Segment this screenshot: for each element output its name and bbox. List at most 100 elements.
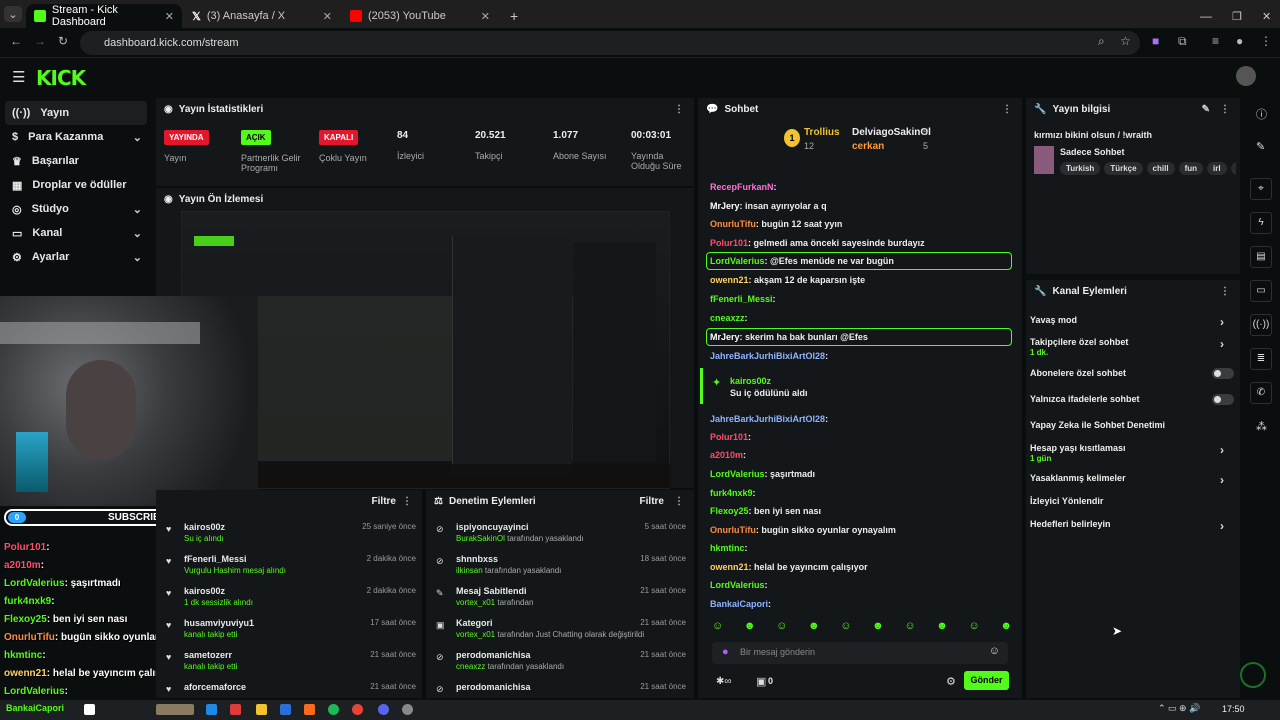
chat-message[interactable]: MrJery: insan ayırıyolar a q bbox=[710, 201, 827, 211]
emote-bar[interactable]: ☺ ☻ ☺ ☻ ☺ ☻ ☺ ☻ ☺ ☻ bbox=[712, 620, 1012, 638]
channel-action-item[interactable]: Yalnızca ifadelerle sohbet bbox=[1030, 394, 1140, 404]
chat-message[interactable]: LordValerius: bbox=[710, 580, 768, 590]
tab-x[interactable]: 𝕏 (3) Anasayfa / X ✕ bbox=[184, 4, 340, 28]
minimize-button[interactable]: — bbox=[1192, 4, 1220, 28]
channel-action-item[interactable]: Hesap yaşı kısıtlaması 1 gün › bbox=[1030, 443, 1224, 463]
app-icon[interactable] bbox=[304, 704, 315, 715]
more-options-icon[interactable]: ⋮ bbox=[402, 496, 412, 507]
chat-username[interactable]: Polur101 bbox=[710, 432, 748, 442]
extensions-icon[interactable]: ⧉ bbox=[1178, 34, 1187, 49]
chat-username[interactable]: BankaiCapori bbox=[710, 599, 768, 609]
app-icon[interactable] bbox=[84, 704, 95, 715]
chat-username[interactable]: fFenerli_Messi bbox=[710, 294, 773, 304]
emote-icon[interactable]: ☻ bbox=[808, 620, 820, 638]
emote-icon[interactable]: ☺ bbox=[904, 620, 915, 638]
chat-message[interactable]: LordValerius: @Efes menüde ne var bugün bbox=[710, 256, 894, 266]
tag[interactable]: fun bbox=[1178, 162, 1203, 175]
chat-username[interactable]: Flexoy25 bbox=[710, 506, 749, 516]
close-icon[interactable]: ✕ bbox=[165, 10, 174, 23]
explorer-icon[interactable] bbox=[256, 704, 267, 715]
chat-username[interactable]: owenn21 bbox=[710, 562, 749, 572]
gear-icon[interactable]: ⚙ bbox=[946, 675, 956, 688]
channel-action-item[interactable]: Abonelere özel sohbet bbox=[1030, 368, 1126, 378]
chat-message[interactable]: Polur101: gelmedi ama önceki sayesinde b… bbox=[710, 238, 925, 248]
hamburger-menu-icon[interactable]: ☰ bbox=[12, 68, 25, 86]
chat-username[interactable]: LordValerius bbox=[710, 256, 765, 266]
broadcast-icon[interactable]: ((·)) bbox=[1250, 314, 1272, 336]
new-tab-button[interactable]: + bbox=[502, 4, 526, 28]
chat-message[interactable]: OnurluTifu: bugün sikko oyunlar oynayalı… bbox=[710, 525, 896, 535]
chat-message[interactable]: owenn21: akşam 12 de kaparsın işte bbox=[710, 275, 865, 285]
emote-icon[interactable]: ☻ bbox=[744, 620, 756, 638]
emote-icon[interactable]: ☺ bbox=[840, 620, 851, 638]
chat-message[interactable]: Flexoy25: ben iyi sen nası bbox=[710, 506, 821, 516]
chat-message[interactable]: RecepFurkanN: bbox=[710, 182, 777, 192]
sidebar-item-yayin[interactable]: ((·)) Yayın bbox=[5, 101, 147, 125]
close-icon[interactable]: ✕ bbox=[481, 10, 490, 23]
chat-username[interactable]: JahreBarkJurhiBixiArtOl28 bbox=[710, 351, 825, 361]
tag[interactable]: Türkçe bbox=[1104, 162, 1143, 175]
chat-username[interactable]: OnurluTifu bbox=[710, 219, 756, 229]
profile-avatar-icon[interactable]: ● bbox=[1236, 34, 1243, 48]
emotes-only-toggle[interactable] bbox=[1212, 394, 1234, 405]
emote-icon[interactable]: ☺ bbox=[712, 620, 723, 638]
edit-pencil-icon[interactable]: ✎ bbox=[1256, 140, 1265, 153]
chat-message[interactable]: furk4nxk9: bbox=[710, 488, 756, 498]
more-options-icon[interactable]: ⋮ bbox=[1002, 104, 1012, 115]
info-icon[interactable]: ⓘ bbox=[1256, 106, 1267, 122]
chat-bubble-icon[interactable]: ▭ bbox=[1250, 280, 1272, 302]
zoom-icon[interactable]: ⌕ bbox=[1098, 34, 1105, 49]
chrome-icon[interactable] bbox=[352, 704, 363, 715]
activity-row[interactable]: ♥ fFenerli_Messi Vurgulu Hashim mesaj alın… bbox=[166, 554, 416, 584]
discord-icon[interactable] bbox=[378, 704, 389, 715]
chat-username[interactable]: cneaxzz bbox=[710, 313, 745, 323]
chat-message[interactable]: hkmtinc: bbox=[710, 543, 748, 553]
sidebar-item-droplar[interactable]: ▦ Droplar ve ödüller bbox=[0, 173, 152, 197]
close-window-button[interactable]: ✕ bbox=[1254, 4, 1279, 28]
category-name[interactable]: Sadece Sohbet bbox=[1060, 147, 1125, 157]
chat-message[interactable]: JahreBarkJurhiBixiArtOl28: bbox=[710, 414, 828, 424]
app-icon[interactable] bbox=[230, 704, 241, 715]
chat-settings-icon[interactable]: ✱∞ bbox=[716, 676, 732, 687]
clock[interactable]: 17:50 bbox=[1222, 704, 1245, 714]
chat-message[interactable]: MrJery: skerim ha bak bunları @Efes bbox=[710, 332, 868, 342]
lightning-icon[interactable]: ϟ bbox=[1250, 212, 1272, 234]
emote-icon[interactable]: ☻ bbox=[872, 620, 884, 638]
moderation-row[interactable]: ⊘ ispiyoncuyayinci BurakSakinOl tarafından… bbox=[436, 522, 686, 552]
tab-search-button[interactable]: ⌄ bbox=[4, 6, 22, 22]
reload-icon[interactable]: ↻ bbox=[58, 34, 68, 48]
chat-message[interactable]: fFenerli_Messi: bbox=[710, 294, 776, 304]
user-avatar[interactable] bbox=[1236, 66, 1256, 86]
menu-list-icon[interactable]: ≡ bbox=[1212, 34, 1219, 48]
edit-pencil-icon[interactable]: ✎ bbox=[1202, 104, 1210, 115]
app-icon[interactable] bbox=[280, 704, 291, 715]
chat-message[interactable]: a2010m: bbox=[710, 450, 746, 460]
send-button[interactable]: Gönder bbox=[964, 671, 1009, 690]
stack-icon[interactable]: ≣ bbox=[1250, 348, 1272, 370]
channel-action-item[interactable]: Yasaklanmış kelimeler › bbox=[1030, 473, 1224, 487]
subscribers-only-toggle[interactable] bbox=[1212, 368, 1234, 379]
chat-message[interactable]: owenn21: helal be yayıncım çalışıyor bbox=[710, 562, 868, 572]
kick-logo[interactable]: KICK bbox=[36, 66, 86, 90]
app-icon[interactable] bbox=[402, 704, 413, 715]
document-icon[interactable]: ▤ bbox=[1250, 246, 1272, 268]
channel-action-item[interactable]: Yavaş mod › bbox=[1030, 315, 1224, 329]
chat-message[interactable]: LordValerius: şaşırtmadı bbox=[710, 469, 815, 479]
activity-row[interactable]: ♥ sametozerr kanalı takip etti 21 saat önce bbox=[166, 650, 416, 680]
chat-username[interactable]: MrJery bbox=[710, 201, 740, 211]
emote-icon[interactable]: ☻ bbox=[1000, 620, 1012, 638]
chat-message[interactable]: Polur101: bbox=[710, 432, 751, 442]
emote-icon[interactable]: ☺ bbox=[776, 620, 787, 638]
moderation-row[interactable]: ⊘ shnnbxss ilkinsan tarafından yasaklandı 1… bbox=[436, 554, 686, 584]
chat-username[interactable]: Polur101 bbox=[710, 238, 748, 248]
spotify-icon[interactable] bbox=[328, 704, 339, 715]
edge-icon[interactable] bbox=[206, 704, 217, 715]
wrench-icon[interactable]: ✆ bbox=[1250, 382, 1272, 404]
chat-username[interactable]: furk4nxk9 bbox=[710, 488, 753, 498]
tray-icons[interactable]: ⌃ ▭ ⊕ 🔊 bbox=[1158, 703, 1200, 714]
close-icon[interactable]: ✕ bbox=[323, 10, 332, 23]
chat-username[interactable]: LordValerius bbox=[710, 580, 765, 590]
tag[interactable]: izm bbox=[1230, 162, 1236, 175]
channel-action-item[interactable]: İzleyici Yönlendir bbox=[1030, 496, 1103, 506]
chat-username[interactable]: RecepFurkanN bbox=[710, 182, 774, 192]
